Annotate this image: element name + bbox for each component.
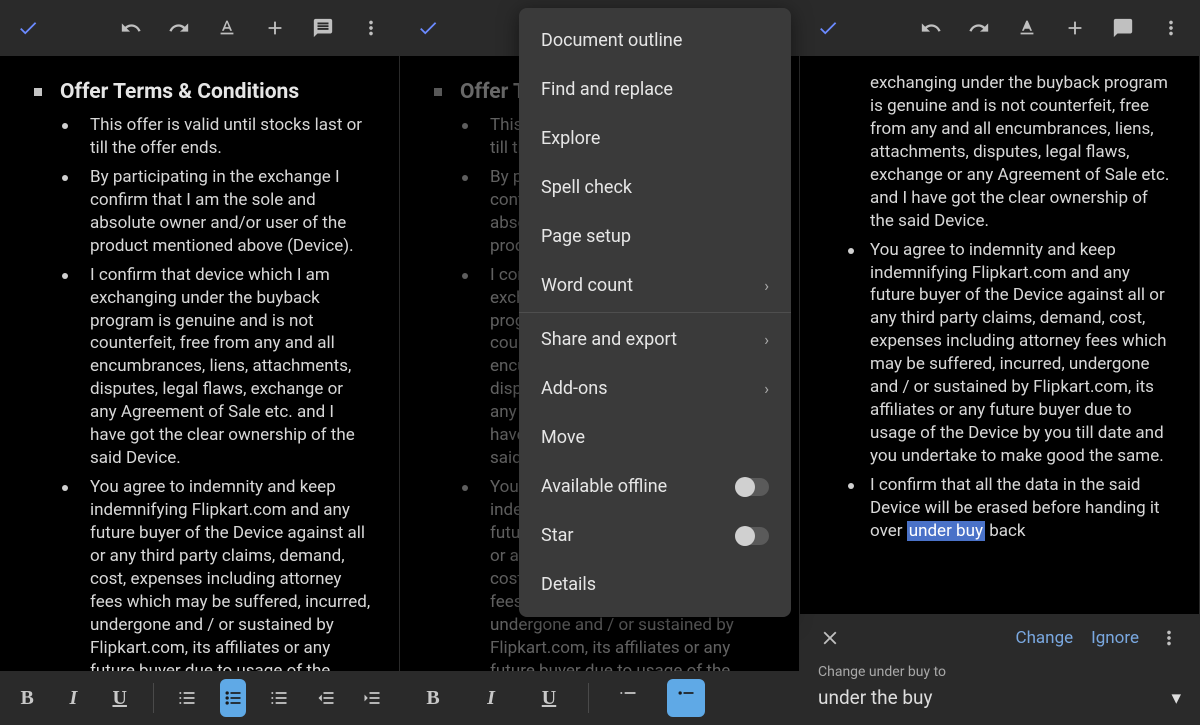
bold-button[interactable]: B [14, 679, 40, 717]
comment-icon[interactable] [1111, 16, 1135, 40]
checklist-button[interactable] [174, 679, 200, 717]
overflow-menu: Document outline Find and replace Explor… [519, 8, 791, 617]
format-bar: B I U [400, 671, 799, 725]
text-format-icon[interactable] [215, 16, 239, 40]
redo-icon[interactable] [167, 16, 191, 40]
spell-change-button[interactable]: Change [1016, 628, 1074, 648]
toolbar [800, 0, 1199, 56]
menu-word-count[interactable]: Word count› [519, 261, 791, 310]
spell-ignore-button[interactable]: Ignore [1091, 628, 1139, 648]
list-item: You agree to indemnity and keep indemnif… [848, 239, 1171, 468]
more-icon[interactable] [1157, 626, 1181, 650]
list-item: By participating in the exchange I confi… [62, 166, 371, 258]
menu-move[interactable]: Move [519, 413, 791, 462]
add-icon[interactable] [1063, 16, 1087, 40]
bold-button[interactable]: B [414, 679, 452, 717]
chevron-down-icon: ▾ [1171, 686, 1181, 709]
more-icon[interactable] [1159, 16, 1183, 40]
menu-available-offline[interactable]: Available offline [519, 462, 791, 511]
chevron-right-icon: › [764, 276, 769, 295]
more-icon[interactable] [359, 16, 383, 40]
indent-button[interactable] [359, 679, 385, 717]
bulleted-list-button[interactable] [667, 679, 705, 717]
document-body[interactable]: Offer Terms & Conditions This offer is v… [0, 56, 399, 725]
numbered-list-button[interactable] [266, 679, 292, 717]
list-item: I confirm that all the data in the said … [848, 474, 1171, 543]
checklist-button[interactable] [609, 679, 647, 717]
chevron-right-icon: › [764, 330, 769, 349]
menu-explore[interactable]: Explore [519, 114, 791, 163]
menu-share-export[interactable]: Share and export› [519, 315, 791, 364]
toggle-switch[interactable] [735, 527, 769, 545]
outdent-button[interactable] [312, 679, 338, 717]
chevron-right-icon: › [764, 379, 769, 398]
undo-icon[interactable] [919, 16, 943, 40]
toolbar [0, 0, 399, 56]
menu-add-ons[interactable]: Add-ons› [519, 364, 791, 413]
underline-button[interactable]: U [530, 679, 568, 717]
menu-details[interactable]: Details [519, 560, 791, 609]
format-bar: B I U [0, 671, 399, 725]
italic-button[interactable]: I [60, 679, 86, 717]
redo-icon[interactable] [967, 16, 991, 40]
text-format-icon[interactable] [1015, 16, 1039, 40]
list-item-continuation: exchanging under the buyback program is … [828, 72, 1171, 233]
comment-icon[interactable] [311, 16, 335, 40]
done-icon[interactable] [16, 16, 40, 40]
close-icon[interactable] [818, 626, 842, 650]
done-icon[interactable] [816, 16, 840, 40]
italic-button[interactable]: I [472, 679, 510, 717]
menu-star[interactable]: Star [519, 511, 791, 560]
toggle-switch[interactable] [735, 478, 769, 496]
menu-spell-check[interactable]: Spell check [519, 163, 791, 212]
underline-button[interactable]: U [107, 679, 133, 717]
undo-icon[interactable] [119, 16, 143, 40]
page-heading: Offer Terms & Conditions [28, 80, 371, 104]
spellcheck-panel: Change Ignore Change under buy to under … [800, 614, 1199, 725]
menu-document-outline[interactable]: Document outline [519, 16, 791, 65]
bulleted-list-button[interactable] [220, 679, 246, 717]
add-icon[interactable] [263, 16, 287, 40]
list-item: I confirm that device which I am exchang… [62, 264, 371, 470]
list-item: This offer is valid until stocks last or… [62, 114, 371, 160]
menu-find-replace[interactable]: Find and replace [519, 65, 791, 114]
spell-label: Change under buy to [818, 664, 1181, 680]
menu-page-setup[interactable]: Page setup [519, 212, 791, 261]
spell-highlight[interactable]: under buy [907, 521, 985, 541]
done-icon[interactable] [416, 16, 440, 40]
spell-suggestion-dropdown[interactable]: under the buy▾ [818, 686, 1181, 709]
